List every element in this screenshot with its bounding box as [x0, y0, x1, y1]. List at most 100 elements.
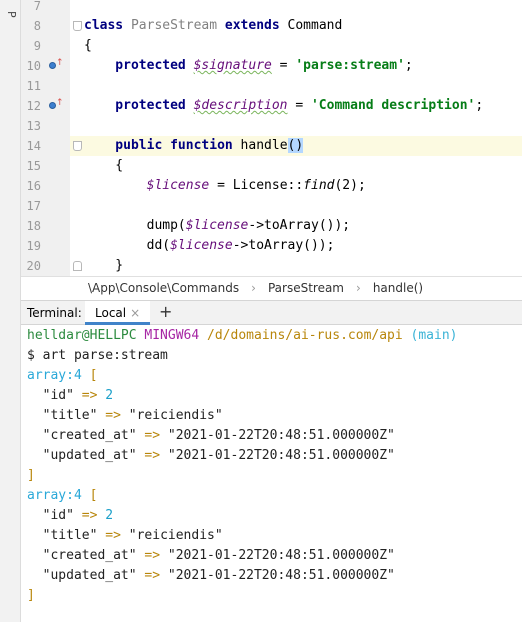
side-tool-strip: P	[0, 0, 21, 622]
code-token: protected	[84, 58, 186, 73]
code-line[interactable]: 17	[21, 196, 522, 216]
code-line[interactable]: 9{	[21, 36, 522, 56]
terminal-line: helldar@HELLPC MINGW64 /d/domains/ai-rus…	[27, 326, 458, 346]
terminal-token: [	[81, 368, 98, 383]
code-text: {	[84, 156, 123, 176]
terminal-token: "reiciendis"	[128, 528, 223, 543]
breadcrumb-method[interactable]: handle()	[373, 281, 423, 295]
code-line[interactable]: 7	[21, 0, 522, 16]
code-line[interactable]: 16 $license = License::find(2);	[21, 176, 522, 196]
code-token: 'parse:stream'	[295, 58, 405, 73]
terminal-line: "created_at" => "2021-01-22T20:48:51.000…	[27, 546, 395, 566]
breadcrumb: \App\Console\Commands › ParseStream › handle…	[21, 276, 522, 300]
fold-icon[interactable]	[73, 21, 82, 31]
code-token: function	[170, 138, 233, 153]
terminal-line: "id" => 2	[27, 506, 113, 526]
terminal-token: "created_at"	[27, 548, 137, 563]
code-token: protected	[84, 98, 186, 113]
breadcrumb-namespace[interactable]: \App\Console\Commands	[88, 281, 239, 295]
terminal-title: Terminal:	[27, 306, 82, 320]
code-token: ParseStream	[130, 18, 218, 33]
line-number: 9	[33, 39, 41, 53]
line-number: 15	[26, 159, 41, 173]
breadcrumb-class[interactable]: ParseStream	[268, 281, 344, 295]
line-number: 10	[26, 59, 41, 73]
code-line[interactable]: 14 public function handle()	[21, 136, 522, 156]
code-line[interactable]: 20 }	[21, 256, 522, 276]
code-line[interactable]: 18 dump($license->toArray());	[21, 216, 522, 236]
terminal-line: $ art parse:stream	[27, 346, 168, 366]
terminal-token: "2021-01-22T20:48:51.000000Z"	[167, 428, 395, 443]
terminal-token: =>	[136, 448, 168, 463]
override-marker-icon[interactable]: ↑	[49, 58, 64, 71]
terminal-token: "title"	[27, 408, 98, 423]
code-token: (2);	[334, 178, 366, 193]
terminal-token: "id"	[27, 388, 74, 403]
terminal-output[interactable]: helldar@HELLPC MINGW64 /d/domains/ai-rus…	[21, 325, 522, 622]
code-token: $signature	[193, 58, 272, 73]
line-number: 13	[26, 119, 41, 133]
code-token: =	[271, 58, 296, 73]
terminal-token: /d/domains/ai-rus.com/api	[207, 328, 403, 343]
code-token: handle	[232, 138, 288, 153]
code-token: class	[84, 18, 124, 33]
breadcrumb-separator: ›	[251, 281, 256, 295]
line-number: 8	[33, 19, 41, 33]
code-line[interactable]: 12 ↑ protected $description = 'Command de…	[21, 96, 522, 116]
code-token: {	[84, 38, 92, 53]
terminal-line: "id" => 2	[27, 386, 113, 406]
code-line[interactable]: 19 dd($license->toArray());	[21, 236, 522, 256]
code-token: $license	[170, 238, 233, 253]
terminal-header: Terminal: Local × +	[21, 300, 522, 325]
code-token: dump(	[84, 218, 186, 233]
terminal-token: [	[81, 488, 98, 503]
fold-icon[interactable]	[73, 261, 82, 271]
code-line[interactable]: 8 class ParseStream extends Command	[21, 16, 522, 36]
tab-local[interactable]: Local ×	[85, 301, 151, 325]
terminal-line: "title" => "reiciendis"	[27, 526, 223, 546]
code-token: =	[287, 98, 311, 113]
code-text: dump($license->toArray());	[84, 216, 351, 236]
code-line[interactable]: 11	[21, 76, 522, 96]
code-token: ()	[287, 138, 304, 153]
code-text: {	[84, 36, 92, 56]
code-line[interactable]: 13	[21, 116, 522, 136]
terminal-token: "created_at"	[27, 428, 137, 443]
terminal-token: "id"	[27, 508, 74, 523]
code-token: extends	[224, 18, 280, 33]
fold-icon[interactable]	[73, 141, 82, 151]
override-marker-icon[interactable]: ↑	[49, 98, 64, 111]
terminal-token: "2021-01-22T20:48:51.000000Z"	[167, 568, 395, 583]
add-tab-button[interactable]: +	[159, 302, 172, 321]
line-number: 12	[26, 99, 41, 113]
close-icon[interactable]: ×	[130, 306, 140, 320]
code-token: $license	[185, 218, 249, 233]
terminal-token: =>	[136, 548, 168, 563]
terminal-token: (main)	[410, 328, 458, 343]
code-text: public function handle()	[84, 136, 304, 156]
code-line[interactable]: 10 ↑ protected $signature = 'parse:stream…	[21, 56, 522, 76]
code-token: ->toArray());	[248, 218, 351, 233]
tab-local-label: Local	[95, 306, 127, 320]
code-editor[interactable]: 7 8 class ParseStream extends Command 9{10 ↑…	[21, 0, 522, 276]
line-number: 16	[26, 179, 41, 193]
terminal-token: "updated_at"	[27, 448, 137, 463]
line-number: 18	[26, 219, 41, 233]
terminal-line: ]	[27, 466, 35, 486]
line-number: 14	[26, 139, 41, 153]
code-line[interactable]: 15 {	[21, 156, 522, 176]
terminal-token: array:4	[27, 368, 82, 383]
code-token: Command	[279, 18, 343, 33]
code-token: 'Command description'	[310, 98, 476, 113]
code-token: dd(	[84, 238, 171, 253]
terminal-token: =>	[136, 568, 168, 583]
side-tool-tab[interactable]: P	[2, 0, 18, 28]
terminal-token: ]	[27, 468, 35, 483]
line-number: 11	[26, 79, 41, 93]
breadcrumb-separator: ›	[356, 281, 361, 295]
